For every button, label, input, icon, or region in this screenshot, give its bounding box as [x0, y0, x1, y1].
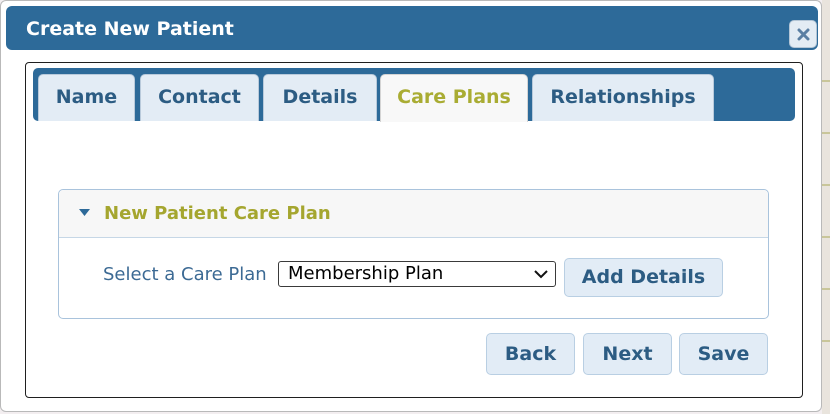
add-details-button[interactable]: Add Details [564, 258, 723, 297]
next-button[interactable]: Next [583, 333, 672, 375]
dialog-content: Name Contact Details Care Plans Relation… [25, 62, 803, 398]
save-button[interactable]: Save [679, 333, 768, 375]
dialog-titlebar[interactable]: Create New Patient [6, 6, 818, 50]
tab-relationships[interactable]: Relationships [532, 74, 714, 121]
close-icon [797, 28, 810, 41]
create-patient-dialog: Create New Patient Name Contact Details … [0, 0, 822, 412]
chevron-down-icon [534, 270, 548, 279]
care-plan-select-label: Select a Care Plan [103, 264, 267, 285]
tab-contact[interactable]: Contact [140, 74, 259, 121]
care-plan-select-value: Membership Plan [288, 263, 444, 284]
care-plan-panel-header[interactable]: New Patient Care Plan [59, 190, 768, 238]
background-strip [822, 0, 830, 414]
tab-name[interactable]: Name [38, 74, 135, 121]
care-plan-panel-title: New Patient Care Plan [104, 203, 331, 224]
tab-bar: Name Contact Details Care Plans Relation… [33, 68, 795, 122]
care-plan-select[interactable]: Membership Plan [278, 261, 556, 287]
tab-care-plans[interactable]: Care Plans [380, 74, 528, 122]
dialog-title: Create New Patient [26, 18, 234, 40]
back-button[interactable]: Back [486, 333, 575, 375]
care-plan-panel: New Patient Care Plan Select a Care Plan… [58, 189, 769, 319]
close-button[interactable] [789, 20, 817, 48]
tab-details[interactable]: Details [263, 74, 377, 121]
collapse-triangle-icon [79, 209, 90, 216]
